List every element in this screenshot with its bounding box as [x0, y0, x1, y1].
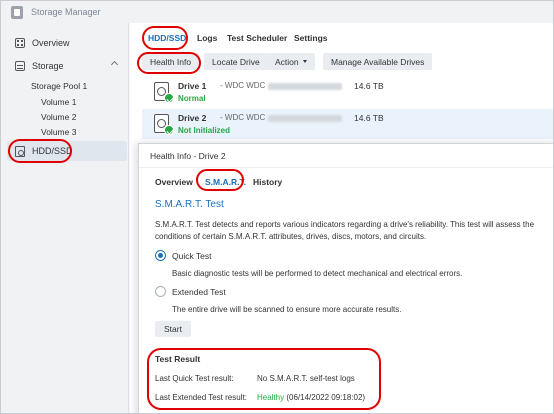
section-title: S.M.A.R.T. Test: [155, 199, 224, 210]
dialog-title: Health Info - Drive 2: [139, 144, 553, 168]
tab-settings[interactable]: Settings: [294, 33, 328, 43]
locate-drive-button[interactable]: Locate Drive: [204, 53, 268, 70]
sidebar-item-hdd-ssd[interactable]: HDD/SSD: [7, 141, 127, 161]
tab-test-scheduler[interactable]: Test Scheduler: [227, 33, 287, 43]
last-quick-test-value: No S.M.A.R.T. self-test logs: [257, 374, 355, 383]
drive-row-selected[interactable]: Drive 2 - WDC WDC 14.6 TB Not Initialize…: [142, 109, 553, 139]
check-icon: [164, 125, 174, 135]
health-info-button[interactable]: Health Info: [142, 53, 200, 70]
dialog-tab-smart[interactable]: S.M.A.R.T.: [205, 177, 246, 187]
window-title: Storage Manager: [31, 7, 101, 17]
sidebar-item-label: Storage: [32, 61, 64, 71]
extended-test-description: The entire drive will be scanned to ensu…: [172, 305, 402, 314]
drive-model: - WDC WDC: [220, 113, 266, 122]
sidebar-item-volume-3[interactable]: Volume 3: [41, 127, 76, 137]
drive-size: 14.6 TB: [354, 81, 384, 91]
description-line: S.M.A.R.T. Test detects and reports vari…: [155, 220, 535, 229]
check-icon: [164, 93, 174, 103]
storage-icon: [15, 61, 25, 71]
sidebar-item-storage-pool-1[interactable]: Storage Pool 1: [31, 81, 87, 91]
start-button[interactable]: Start: [155, 321, 191, 337]
drive-name: Drive 1: [178, 81, 207, 91]
last-extended-test-value: Healthy (06/14/2022 09:18:02): [257, 393, 365, 402]
caret-down-icon: [302, 60, 307, 63]
drive-row[interactable]: Drive 1 - WDC WDC 14.6 TB Normal: [142, 77, 553, 107]
section-description: S.M.A.R.T. Test detects and reports vari…: [155, 219, 553, 243]
last-quick-test-label: Last Quick Test result:: [155, 374, 234, 383]
sidebar-item-overview[interactable]: Overview: [7, 33, 127, 53]
last-extended-test-date: (06/14/2022 09:18:02): [286, 393, 366, 402]
tab-logs[interactable]: Logs: [197, 33, 217, 43]
redacted-serial: [268, 83, 342, 90]
hard-drive-icon: [15, 145, 25, 157]
last-extended-test-label: Last Extended Test result:: [155, 393, 247, 402]
sidebar-item-label: Overview: [32, 38, 70, 48]
drive-status: Normal: [178, 94, 206, 103]
drive-model: - WDC WDC: [220, 81, 266, 90]
storage-manager-window: Storage Manager Overview Storage Storage…: [0, 0, 554, 414]
action-label: Action: [275, 56, 299, 67]
overview-icon: [15, 38, 25, 48]
extended-test-label: Extended Test: [172, 287, 226, 297]
manage-available-drives-button[interactable]: Manage Available Drives: [323, 53, 433, 70]
sidebar-item-storage[interactable]: Storage: [7, 56, 127, 76]
status-healthy: Healthy: [257, 393, 285, 402]
drive-size: 14.6 TB: [354, 113, 384, 123]
quick-test-label: Quick Test: [172, 251, 212, 261]
title-bar: Storage Manager: [1, 1, 553, 23]
drive-status: Not Initialized: [178, 126, 230, 135]
description-line: conditions of certain S.M.A.R.T. attribu…: [155, 232, 427, 241]
health-info-dialog: Health Info - Drive 2 Overview S.M.A.R.T…: [138, 143, 553, 413]
tab-hdd-ssd[interactable]: HDD/SSD: [148, 33, 186, 43]
quick-test-radio[interactable]: [155, 250, 166, 261]
sidebar: Overview Storage Storage Pool 1 Volume 1…: [1, 23, 129, 413]
drive-name: Drive 2: [178, 113, 207, 123]
redacted-serial: [268, 115, 342, 122]
quick-test-description: Basic diagnostic tests will be performed…: [172, 269, 463, 278]
chevron-up-icon: [110, 60, 119, 69]
sidebar-item-volume-1[interactable]: Volume 1: [41, 97, 76, 107]
dialog-tab-overview[interactable]: Overview: [155, 177, 193, 187]
storage-manager-icon: [11, 5, 23, 19]
extended-test-radio[interactable]: [155, 286, 166, 297]
test-result-title: Test Result: [155, 354, 201, 364]
sidebar-item-label: HDD/SSD: [32, 146, 73, 156]
dialog-tab-history[interactable]: History: [253, 177, 282, 187]
action-dropdown-button[interactable]: Action: [267, 53, 315, 70]
sidebar-item-volume-2[interactable]: Volume 2: [41, 112, 76, 122]
